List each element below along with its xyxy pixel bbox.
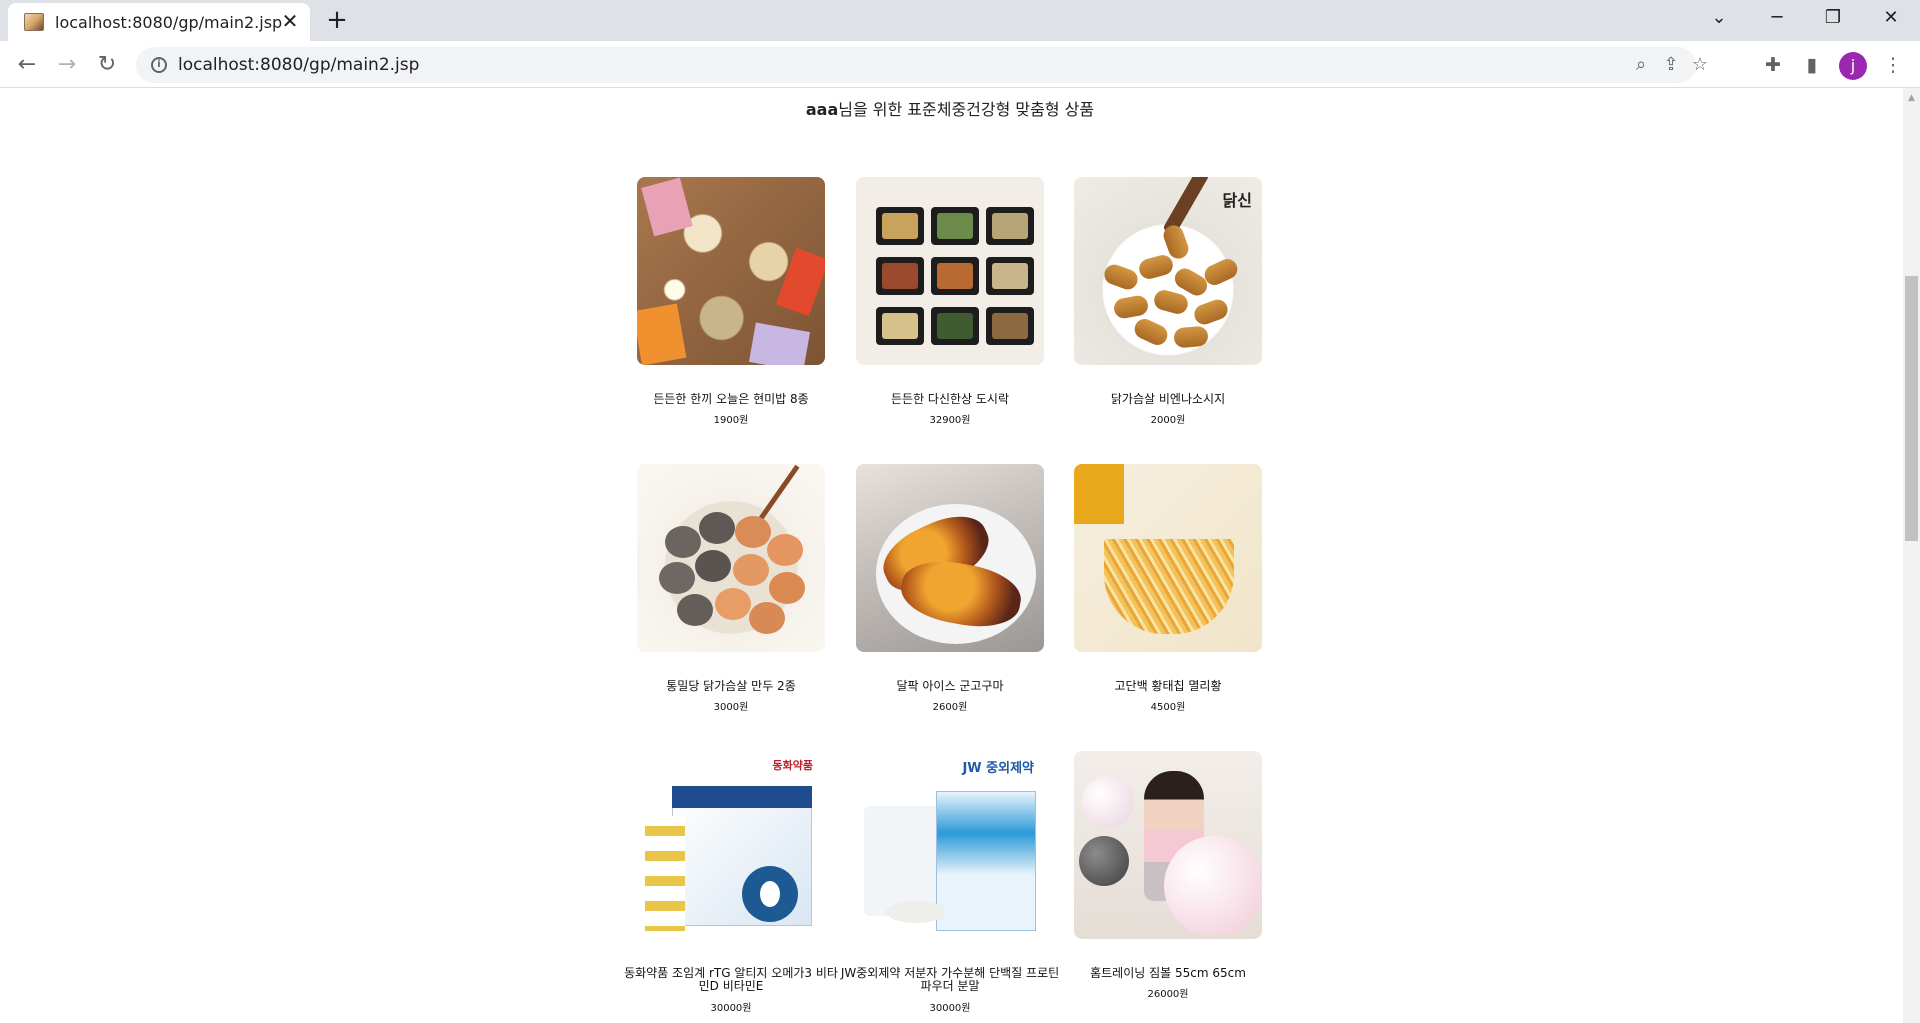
scrollbar-thumb[interactable] (1905, 276, 1918, 541)
product-image[interactable]: 닭신 (1074, 177, 1262, 365)
heading-text: 님을 위한 표준체중건강형 맞춤형 상품 (838, 100, 1095, 119)
zoom-icon[interactable]: ⌕ (1630, 54, 1652, 76)
site-info-icon[interactable]: i (151, 57, 167, 73)
tab-title: localhost:8080/gp/main2.jsp (55, 13, 283, 32)
product-price: 3000원 (713, 702, 749, 713)
product-price: 30000원 (710, 1003, 752, 1014)
product-price: 2600원 (932, 702, 968, 713)
product-price: 4500원 (1150, 702, 1186, 713)
reload-icon[interactable]: ↻ (92, 50, 122, 80)
product-image[interactable]: 동화약품 (637, 751, 825, 939)
scroll-up-arrow-icon[interactable]: ▲ (1903, 92, 1920, 104)
profile-avatar[interactable]: j (1839, 52, 1867, 80)
product-name[interactable]: 동화약품 조임계 rTG 알티지 오메가3 비타민D 비타민E (620, 967, 842, 993)
browser-toolbar: ← → ↻ i localhost:8080/gp/main2.jsp ⌕ ⇪ … (0, 41, 1920, 88)
menu-kebab-icon[interactable]: ⋮ (1880, 52, 1906, 78)
product-name[interactable]: 닭가슴살 비엔나소시지 (1057, 393, 1279, 406)
browser-tab[interactable]: localhost:8080/gp/main2.jsp ✕ (8, 3, 310, 41)
product-image[interactable] (637, 464, 825, 652)
bookmark-star-icon[interactable]: ☆ (1689, 54, 1711, 76)
vertical-scrollbar[interactable]: ▲ (1903, 88, 1920, 1023)
page-title: aaa님을 위한 표준체중건강형 맞춤형 상품 (0, 96, 1900, 120)
product-name[interactable]: JW중외제약 저분자 가수분해 단백질 프로틴 파우더 분말 (839, 967, 1061, 993)
minimize-button[interactable]: ─ (1752, 0, 1802, 36)
product-image[interactable]: JW 중외제약 (856, 751, 1044, 939)
product-name[interactable]: 든든한 다신한상 도시락 (839, 393, 1061, 406)
product-price: 2000원 (1150, 415, 1186, 426)
product-image[interactable] (637, 177, 825, 365)
page-content: aaa님을 위한 표준체중건강형 맞춤형 상품 든든한 한끼 오늘은 현미밥 8… (0, 88, 1903, 1023)
favicon-icon (24, 13, 44, 31)
product-image[interactable] (1074, 751, 1262, 939)
restore-button[interactable]: ❐ (1808, 0, 1858, 36)
product-name[interactable]: 달팍 아이스 군고구마 (839, 680, 1061, 693)
brand-logo: 동화약품 (772, 759, 813, 772)
side-panel-icon[interactable]: ▮ (1799, 52, 1825, 78)
product-image[interactable] (856, 177, 1044, 365)
new-tab-button[interactable]: + (322, 6, 352, 36)
forward-arrow-icon[interactable]: → (52, 50, 82, 80)
extensions-icon[interactable]: ✚ (1760, 52, 1786, 78)
product-image[interactable] (1074, 464, 1262, 652)
product-name[interactable]: 홈트레이닝 짐볼 55cm 65cm (1057, 967, 1279, 980)
close-tab-icon[interactable]: ✕ (280, 11, 300, 31)
product-price: 30000원 (929, 1003, 971, 1014)
brand-logo: 닭신 (1222, 191, 1252, 210)
product-name[interactable]: 통밀당 닭가슴살 만두 2종 (620, 680, 842, 693)
back-arrow-icon[interactable]: ← (12, 50, 42, 80)
product-name[interactable]: 든든한 한끼 오늘은 현미밥 8종 (620, 393, 842, 406)
tab-strip: localhost:8080/gp/main2.jsp ✕ + ⌄ ─ ❐ ✕ (0, 0, 1920, 41)
tab-search-icon[interactable]: ⌄ (1694, 0, 1744, 36)
address-bar[interactable]: i localhost:8080/gp/main2.jsp ⌕ ⇪ ☆ (136, 47, 1708, 83)
product-price: 1900원 (713, 415, 749, 426)
url-text[interactable]: localhost:8080/gp/main2.jsp (178, 55, 419, 75)
close-window-button[interactable]: ✕ (1866, 0, 1916, 36)
share-icon[interactable]: ⇪ (1660, 54, 1682, 76)
product-image[interactable] (856, 464, 1044, 652)
user-name: aaa (805, 100, 839, 119)
product-price: 32900원 (929, 415, 971, 426)
brand-logo: JW 중외제약 (962, 761, 1034, 776)
product-name[interactable]: 고단백 황태칩 멸리황 (1057, 680, 1279, 693)
product-price: 26000원 (1147, 989, 1189, 1000)
